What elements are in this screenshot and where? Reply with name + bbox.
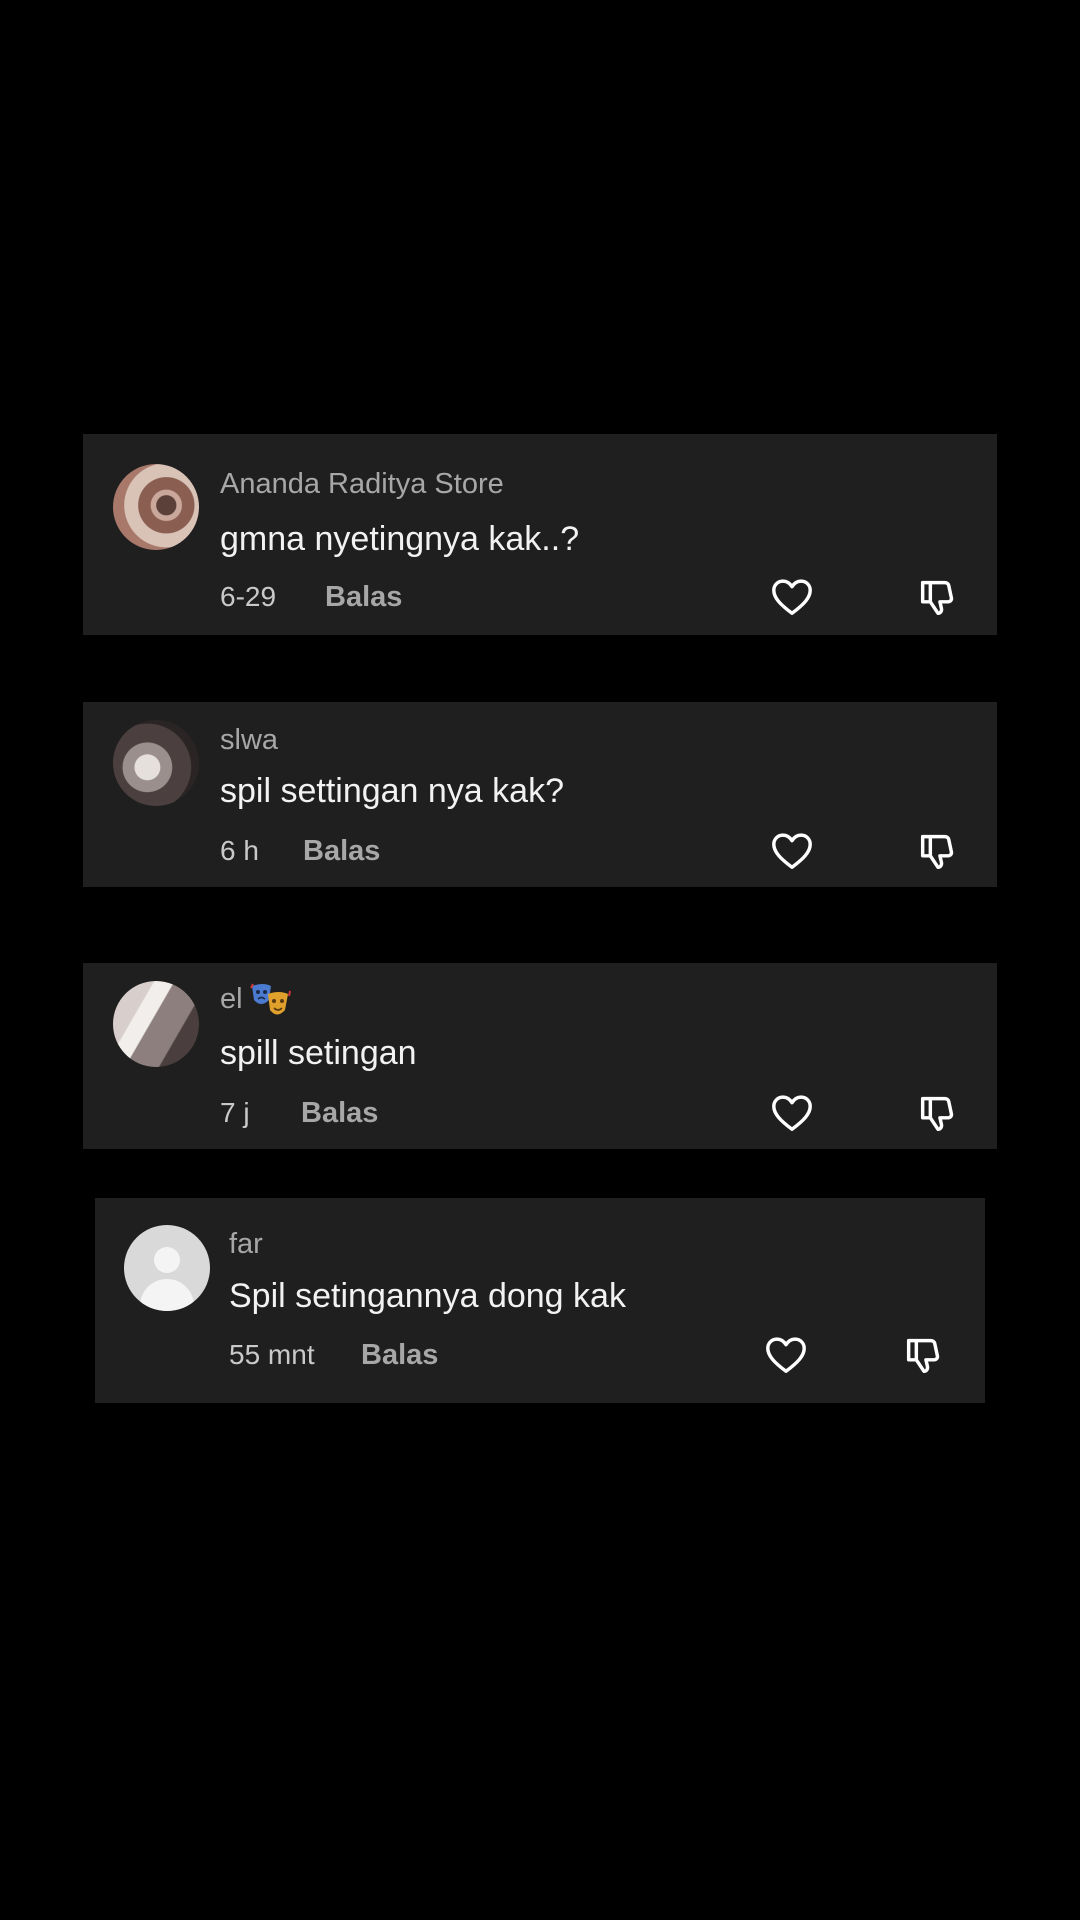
comment-text: gmna nyetingnya kak..?	[220, 520, 580, 558]
thumbs-down-icon	[906, 1338, 940, 1374]
comment-card: Ananda Raditya Store gmna nyetingnya kak…	[83, 434, 997, 635]
dislike-button[interactable]	[915, 828, 961, 874]
dislike-button[interactable]	[915, 1090, 961, 1136]
dislike-button[interactable]	[915, 574, 961, 620]
comment-username[interactable]: Ananda Raditya Store	[220, 468, 504, 501]
default-avatar-head	[154, 1247, 180, 1273]
reply-button[interactable]: Balas	[325, 581, 402, 614]
dislike-button[interactable]	[901, 1332, 947, 1378]
heart-outline-icon	[772, 833, 812, 870]
default-avatar-body	[140, 1279, 194, 1311]
like-button[interactable]	[769, 828, 815, 874]
heart-outline-icon	[772, 579, 812, 616]
comment-time: 7 j	[220, 1097, 250, 1128]
avatar[interactable]	[113, 981, 199, 1067]
comment-card: el spill setingan 7 j Balas	[83, 963, 997, 1149]
avatar[interactable]	[113, 464, 199, 550]
avatar[interactable]	[113, 720, 199, 806]
performing-arts-masks-icon	[250, 983, 291, 1015]
comment-time: 6 h	[220, 835, 259, 866]
comment-username[interactable]: far	[229, 1228, 263, 1261]
thumbs-down-icon	[920, 834, 954, 870]
reply-button[interactable]: Balas	[303, 835, 380, 868]
comment-time: 6-29	[220, 581, 277, 612]
like-button[interactable]	[763, 1332, 809, 1378]
comment-card: far Spil setingannya dong kak 55 mnt Bal…	[95, 1198, 985, 1403]
comment-time: 55 mnt	[229, 1339, 315, 1370]
comment-card: slwa spil settingan nya kak? 6 h Balas	[83, 702, 997, 887]
reply-button[interactable]: Balas	[361, 1339, 438, 1372]
comment-text: spil settingan nya kak?	[220, 772, 564, 810]
avatar[interactable]	[124, 1225, 210, 1311]
like-button[interactable]	[769, 574, 815, 620]
comment-text: Spil setingannya dong kak	[229, 1277, 626, 1315]
comment-text: spill setingan	[220, 1034, 417, 1072]
heart-outline-icon	[766, 1337, 806, 1374]
thumbs-down-icon	[920, 1096, 954, 1132]
thumbs-down-icon	[920, 580, 954, 616]
reply-button[interactable]: Balas	[301, 1097, 378, 1130]
comment-username[interactable]: slwa	[220, 724, 278, 757]
like-button[interactable]	[769, 1090, 815, 1136]
comment-username[interactable]: el	[220, 983, 243, 1016]
heart-outline-icon	[772, 1095, 812, 1132]
